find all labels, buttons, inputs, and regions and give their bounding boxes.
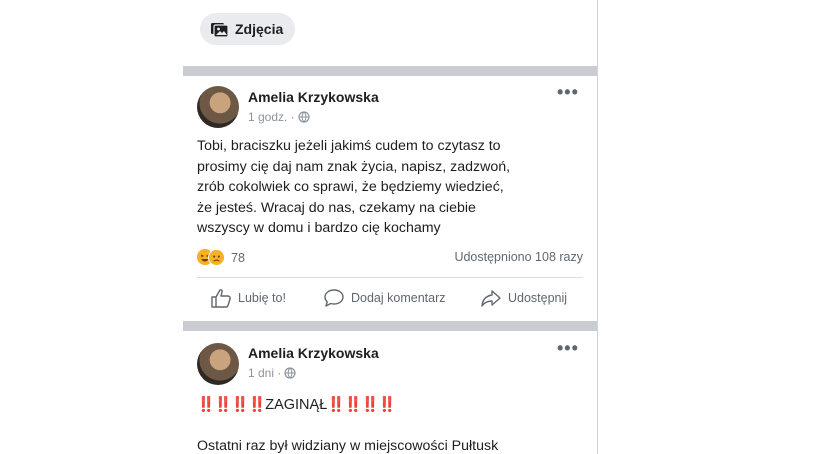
avatar[interactable] [197, 343, 239, 385]
like-button[interactable]: Lubię to! [210, 288, 286, 308]
comment-button[interactable]: Dodaj komentarz [323, 288, 446, 308]
post-text-line: Tobi, braciszku jeżeli jakimś cudem to c… [197, 138, 501, 154]
photos-button[interactable]: Zdjęcia [200, 13, 296, 45]
post-timestamp[interactable]: 1 godz. · [248, 110, 310, 124]
post-time: 1 dni · [248, 366, 282, 380]
feed-separator [183, 66, 597, 76]
missing-word: ZAGINĄŁ [265, 396, 328, 413]
more-icon[interactable]: ••• [557, 338, 579, 359]
feed-column: Zdjęcia Amelia Krzykowska 1 godz. · ••• … [183, 0, 598, 454]
comment-label: Dodaj komentarz [351, 291, 446, 305]
share-button[interactable]: Udostępnij [480, 288, 567, 308]
like-label: Lubię to! [238, 291, 286, 305]
post-text-line: Ostatni raz był widziany w miejscowości … [197, 438, 499, 454]
photos-icon [211, 22, 228, 37]
photos-label: Zdjęcia [235, 21, 284, 37]
post-text-line: prosimy cię daj nam znak życia, napisz, … [197, 158, 511, 175]
more-icon[interactable]: ••• [557, 82, 579, 103]
divider [197, 277, 583, 278]
share-count[interactable]: Udostępniono 108 razy [454, 250, 583, 264]
globe-icon [284, 367, 296, 379]
alert-marks: ‼️‼️‼️‼️ [197, 397, 266, 413]
post-text: Tobi, braciszku jeżeli jakimś cudem to c… [197, 136, 577, 239]
comment-icon [324, 289, 344, 307]
post-text-line: wszyscy w domu i bardzo cię kochamy [197, 220, 441, 236]
avatar[interactable] [197, 86, 239, 128]
share-label: Udostępnij [508, 291, 568, 305]
sad-reaction-icon [208, 249, 225, 266]
post-text-line: że jesteś. Wracaj do nas, czekamy na cie… [197, 199, 476, 216]
post-time: 1 godz. · [248, 110, 295, 124]
post-author-name[interactable]: Amelia Krzykowska [248, 345, 379, 361]
share-icon [481, 290, 501, 307]
like-icon [211, 289, 231, 308]
reaction-count: 78 [231, 250, 245, 265]
post-text-line: zrób cokolwiek co sprawi, że będziemy wi… [197, 179, 504, 195]
post-author-name[interactable]: Amelia Krzykowska [248, 89, 379, 105]
globe-icon [298, 111, 310, 123]
reactions-summary[interactable]: 78 [197, 249, 245, 266]
post-timestamp[interactable]: 1 dni · [248, 366, 296, 380]
missing-headline: ‼️‼️‼️‼️ ZAGINĄŁ ‼️‼️‼️‼️ [197, 396, 396, 414]
feed-separator [183, 321, 597, 331]
alert-marks: ‼️‼️‼️‼️ [327, 397, 396, 413]
